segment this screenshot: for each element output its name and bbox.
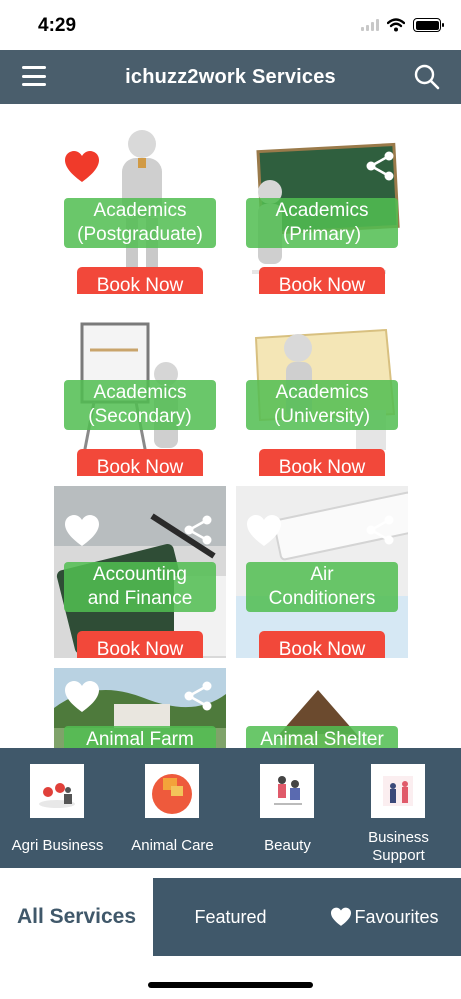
service-card[interactable]: Animal Shelter [236, 668, 408, 748]
tab-favourites[interactable]: Favourites [308, 878, 461, 956]
category-agri-business[interactable]: Agri Business [0, 748, 115, 868]
share-icon[interactable] [182, 514, 214, 546]
service-card[interactable]: Animal Farm [54, 668, 226, 748]
service-label: Animal Shelter [246, 726, 398, 748]
favourite-heart-icon[interactable] [64, 150, 100, 184]
business-support-icon [371, 764, 425, 818]
app-header: ichuzz2work Services [0, 50, 461, 104]
service-label: Academics (Secondary) [64, 380, 216, 430]
search-icon[interactable] [413, 63, 441, 91]
page-title: ichuzz2work Services [125, 65, 336, 88]
service-label: Academics (Primary) [246, 198, 398, 248]
category-label: Animal Care [131, 837, 214, 854]
wifi-icon [387, 18, 405, 32]
menu-icon[interactable] [22, 66, 46, 86]
category-label: Business Support [368, 829, 429, 864]
tab-featured[interactable]: Featured [153, 878, 308, 956]
service-card[interactable]: Academics (Postgraduate) Book Now [54, 122, 226, 294]
service-card[interactable]: Academics (Secondary) Book Now [54, 304, 226, 476]
service-card[interactable]: Academics (University) Book Now [236, 304, 408, 476]
category-label: Beauty [264, 837, 311, 854]
agri-business-icon [30, 764, 84, 818]
share-icon[interactable] [364, 150, 396, 182]
animal-care-icon [145, 764, 199, 818]
category-beauty[interactable]: Beauty [230, 748, 345, 868]
service-label: Academics (University) [246, 380, 398, 430]
service-card[interactable]: Air Conditioners Book Now [236, 486, 408, 658]
favourite-heart-icon[interactable] [64, 680, 100, 714]
service-label: Academics (Postgraduate) [64, 198, 216, 248]
favourite-heart-icon[interactable] [64, 514, 100, 548]
beauty-icon [260, 764, 314, 818]
book-now-button[interactable]: Book Now [259, 449, 385, 476]
category-animal-care[interactable]: Animal Care [115, 748, 230, 868]
category-label: Agri Business [11, 837, 104, 854]
book-now-button[interactable]: Book Now [77, 267, 203, 294]
bottom-tab-bar: All Services Featured Favourites [0, 868, 461, 999]
status-bar: 4:29 [0, 0, 461, 50]
share-icon[interactable] [182, 680, 214, 712]
home-indicator [148, 982, 313, 988]
share-icon[interactable] [364, 514, 396, 546]
book-now-button[interactable]: Book Now [259, 631, 385, 658]
service-card[interactable]: Academics (Primary) Book Now [236, 122, 408, 294]
services-grid: Academics (Postgraduate) Book Now Academi… [0, 104, 461, 748]
service-label: Air Conditioners [246, 562, 398, 612]
status-time: 4:29 [38, 15, 77, 36]
status-icons [361, 18, 444, 32]
category-strip: Agri Business Animal Care Beauty Busines… [0, 748, 461, 868]
cellular-signal-icon [361, 19, 379, 31]
book-now-button[interactable]: Book Now [259, 267, 385, 294]
battery-icon [413, 18, 444, 32]
service-card[interactable]: Accounting and Finance Book Now [54, 486, 226, 658]
service-label: Accounting and Finance [64, 562, 216, 612]
favourite-heart-icon[interactable] [246, 514, 282, 548]
category-business-support[interactable]: Business Support [341, 748, 456, 868]
tab-favourites-label: Favourites [354, 906, 439, 927]
tab-all-services[interactable]: All Services [0, 878, 153, 956]
book-now-button[interactable]: Book Now [77, 631, 203, 658]
service-label: Animal Farm [64, 726, 216, 748]
heart-icon [331, 907, 352, 926]
book-now-button[interactable]: Book Now [77, 449, 203, 476]
